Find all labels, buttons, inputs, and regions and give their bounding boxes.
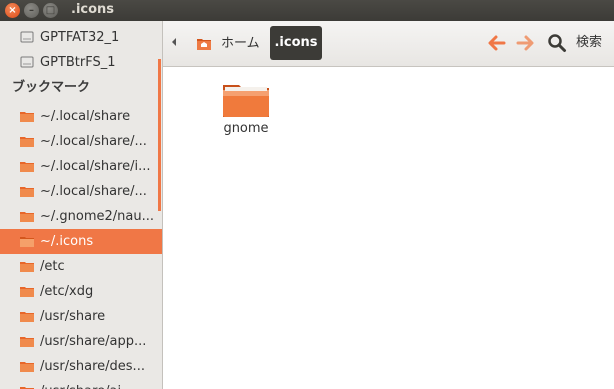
sidebar-item-label: ~/.icons — [40, 234, 94, 249]
sidebar-item-label: /usr/share/ai... — [40, 379, 162, 389]
sidebar-bookmark-selected[interactable]: ~/.icons — [0, 229, 162, 254]
sidebar-bookmark[interactable]: /usr/share — [0, 304, 162, 329]
sidebar-item-label: GPTFAT32_1 — [40, 30, 120, 45]
sidebar-item-label: /usr/share/des... — [40, 359, 145, 374]
sidebar-item-label: /etc/xdg — [40, 284, 94, 299]
forward-arrow-icon[interactable] — [516, 34, 536, 52]
home-folder-icon — [197, 39, 211, 50]
file-item-name: gnome — [223, 121, 269, 136]
sidebar-scrollbar[interactable] — [158, 59, 161, 211]
bookmarks-header: ブックマーク — [12, 80, 91, 95]
sidebar-item-label: /usr/share — [40, 309, 106, 324]
sidebar-bookmark[interactable]: /usr/share/app... — [0, 329, 162, 354]
sidebar-item-label: ~/.local/share/... — [40, 134, 147, 149]
sidebar-item-label: ~/.local/share/... — [40, 184, 147, 199]
folder-icon — [20, 312, 34, 322]
close-window-button[interactable]: × — [5, 3, 20, 18]
sidebar-bookmark[interactable]: ~/.local/share/... — [0, 129, 162, 154]
sidebar-bookmark[interactable]: ~/.local/share/i... — [0, 154, 162, 179]
sidebar-item-label: GPTBtrFS_1 — [40, 55, 116, 70]
folder-icon — [20, 362, 34, 372]
breadcrumb-home[interactable]: ホーム — [187, 26, 267, 61]
sidebar-device-gptfat32[interactable]: GPTFAT32_1 — [0, 25, 162, 50]
drive-icon — [20, 31, 34, 43]
folder-icon — [223, 85, 269, 117]
search-icon[interactable] — [547, 33, 567, 53]
sidebar-item-label: ~/.local/share — [40, 109, 131, 124]
back-arrow-icon[interactable] — [486, 34, 506, 52]
file-item-gnome[interactable]: gnome — [213, 79, 279, 143]
maximize-window-button[interactable]: □ — [43, 3, 58, 18]
sidebar-bookmark[interactable]: /etc — [0, 254, 162, 279]
sidebar-bookmark[interactable]: /etc/xdg — [0, 279, 162, 304]
window-title: .icons — [71, 2, 115, 17]
folder-icon — [20, 212, 34, 222]
folder-icon — [20, 112, 34, 122]
sidebar-bookmark[interactable]: ~/.local/share/... — [0, 179, 162, 204]
sidebar-bookmark[interactable]: /usr/share/ai... — [0, 379, 162, 389]
sidebar-item-label: ~/.local/share/i... — [40, 159, 151, 174]
sidebar-item-label: ~/.gnome2/nau... — [40, 209, 155, 224]
sidebar-bookmark[interactable]: /usr/share/des... — [0, 354, 162, 379]
breadcrumb-home-label: ホーム — [221, 36, 260, 51]
minimize-window-button[interactable]: – — [24, 3, 39, 18]
sidebar-bookmark[interactable]: ~/.local/share — [0, 104, 162, 129]
folder-icon — [20, 137, 34, 147]
sidebar: GPTFAT32_1 GPTBtrFS_1 ブックマーク ~/.local/sh… — [0, 21, 163, 389]
file-view[interactable]: gnome — [163, 67, 614, 389]
folder-icon — [20, 262, 34, 272]
sidebar-item-label: /usr/share/app... — [40, 334, 147, 349]
breadcrumb-current[interactable]: .icons — [270, 26, 322, 60]
sidebar-bookmark[interactable]: ~/.gnome2/nau... — [0, 204, 162, 229]
breadcrumb-scroll-left-icon[interactable] — [172, 38, 176, 46]
folder-icon — [20, 187, 34, 197]
folder-icon — [20, 337, 34, 347]
sidebar-item-label: /etc — [40, 259, 65, 274]
drive-icon — [20, 56, 34, 68]
title-bar: × – □ .icons — [0, 0, 614, 21]
sidebar-device-gptbtrfs[interactable]: GPTBtrFS_1 — [0, 50, 162, 75]
search-button-label[interactable]: 検索 — [576, 33, 602, 53]
toolbar: ホーム .icons 検索 — [163, 21, 614, 67]
folder-icon — [20, 287, 34, 297]
folder-icon — [20, 387, 34, 389]
folder-icon — [20, 162, 34, 172]
folder-icon — [20, 237, 34, 247]
